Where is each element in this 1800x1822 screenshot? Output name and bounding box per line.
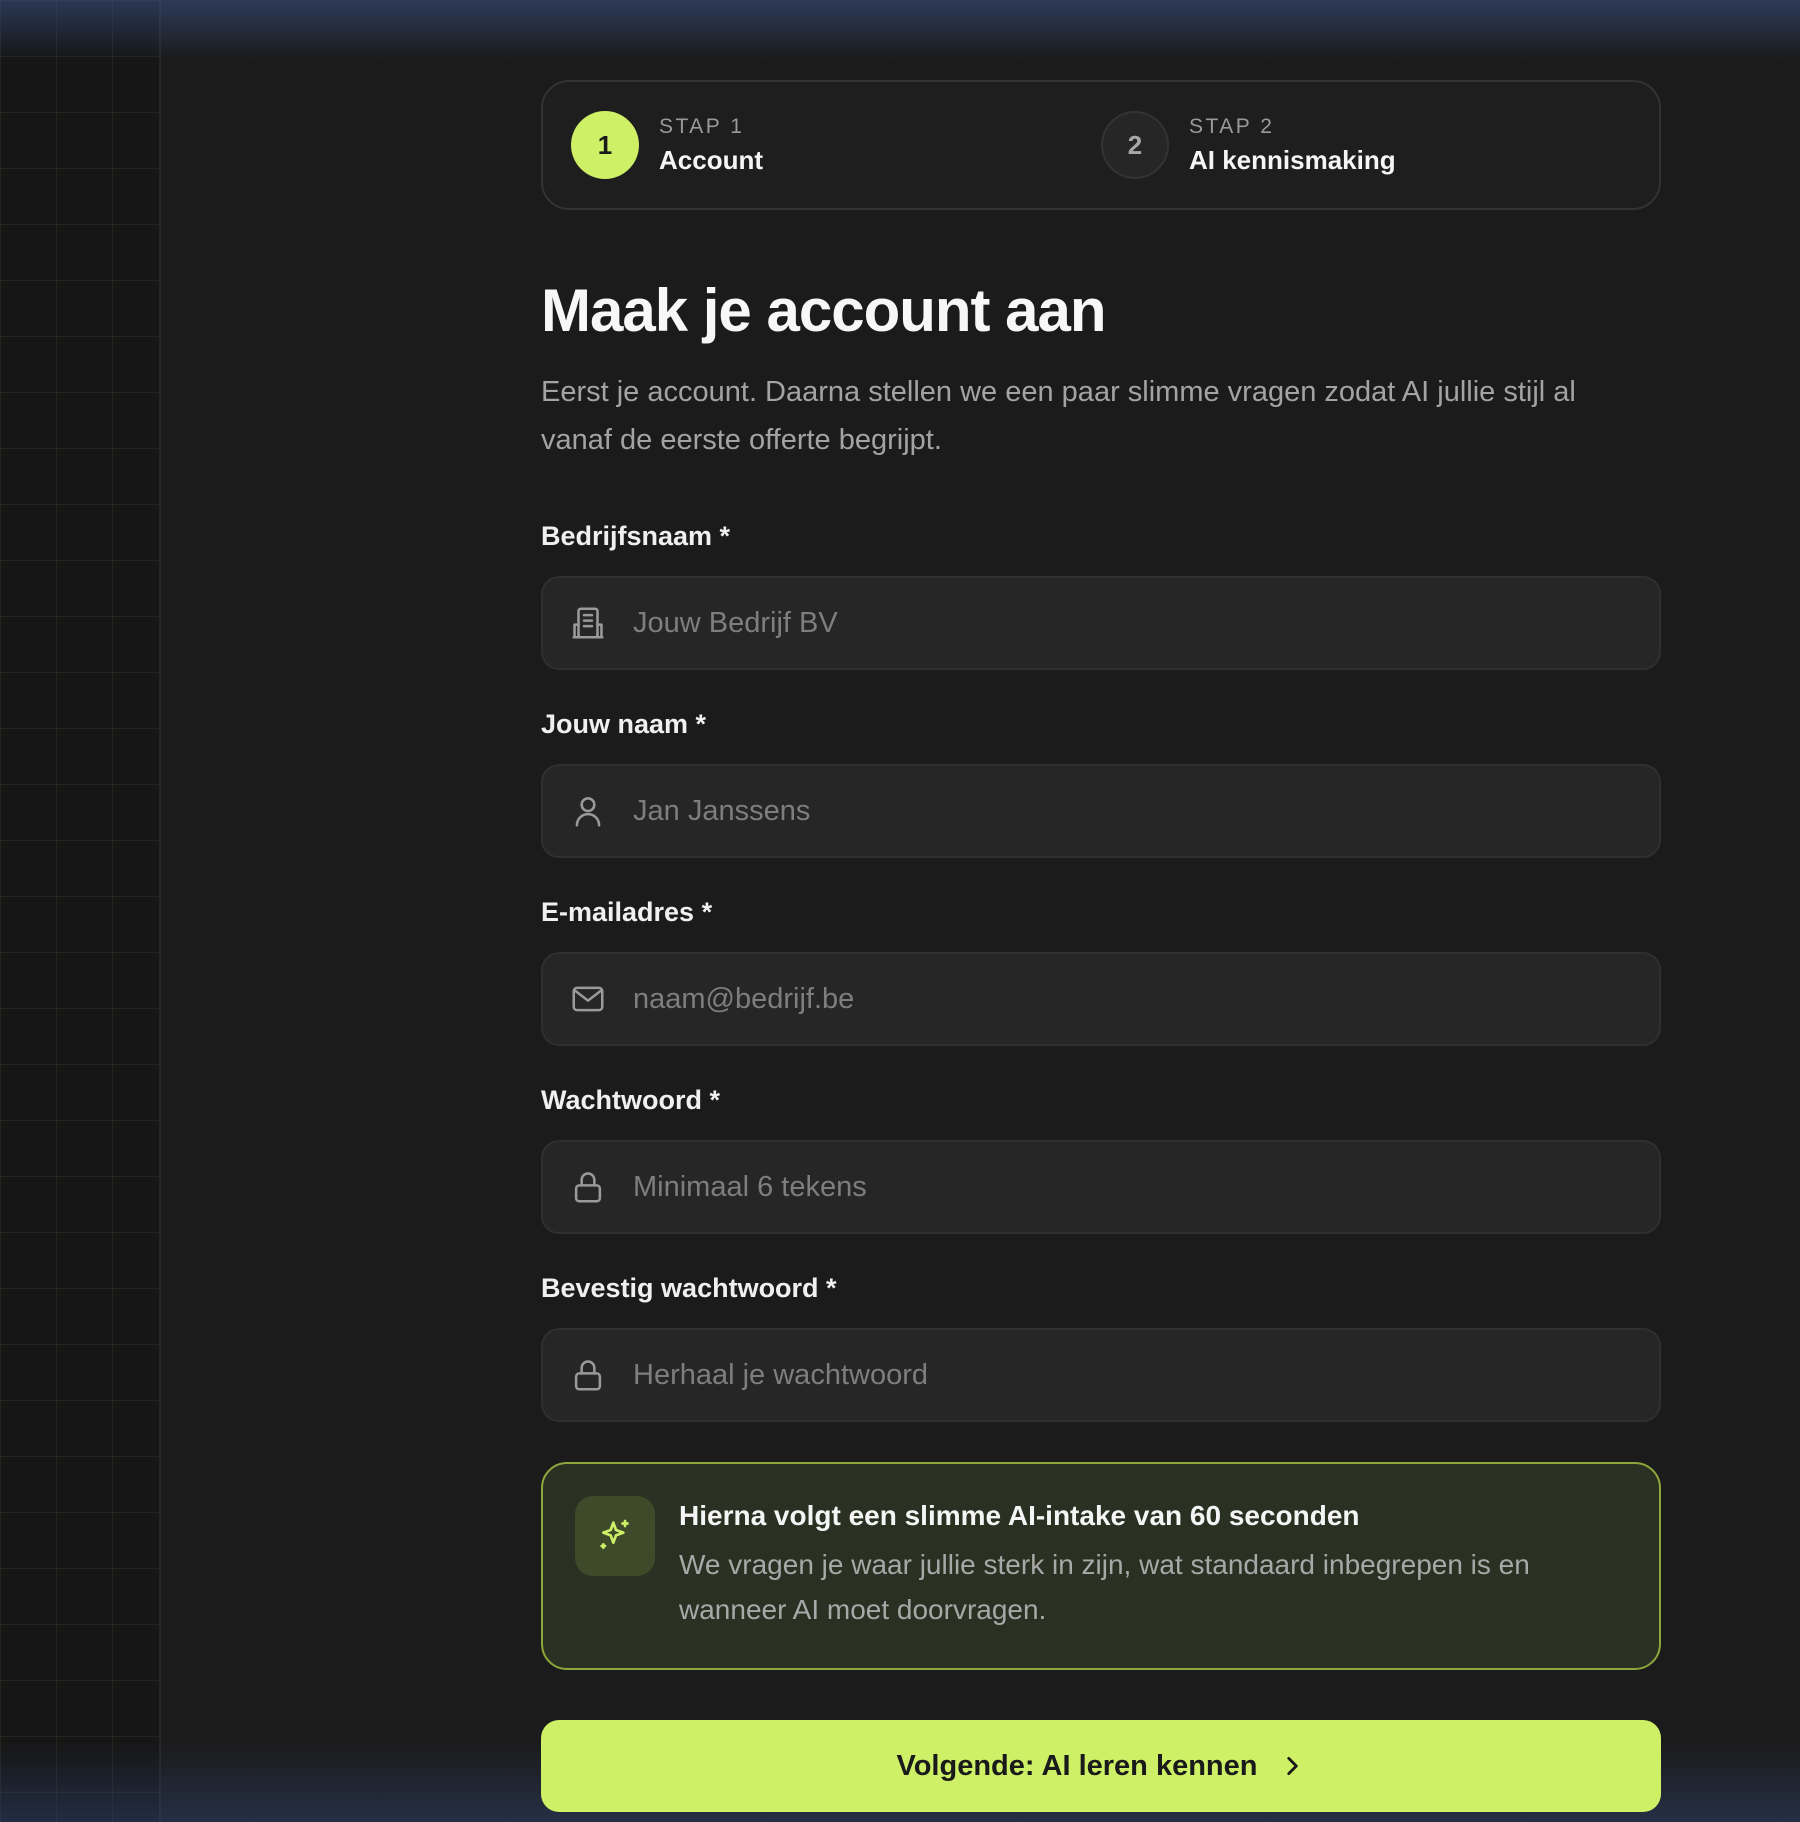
signup-form-container: 1 STAP 1 Account 2 STAP 2 AI kennismakin… [541,80,1661,1812]
ai-intake-info-box: Hierna volgt een slimme AI-intake van 60… [541,1462,1661,1670]
confirm-password-field: Bevestig wachtwoord * [541,1270,1661,1422]
next-button-label: Volgende: AI leren kennen [896,1749,1258,1782]
email-input-wrapper[interactable] [541,952,1661,1046]
full-name-field: Jouw naam * [541,706,1661,858]
step-1-title: Account [659,144,763,175]
password-label: Wachtwoord * [541,1085,720,1115]
company-name-input[interactable] [631,592,1659,654]
email-field: E-mailadres * [541,894,1661,1046]
building-icon [572,607,604,639]
info-body: We vragen je waar jullie sterk in zijn, … [679,1549,1530,1625]
sparkles-icon [600,1519,629,1549]
lock-icon [574,1360,602,1391]
page-subtitle: Eerst je account. Daarna stellen we een … [541,376,1576,456]
top-glow [0,0,1800,60]
company-name-label: Bedrijfsnaam * [541,521,731,551]
step-account: 1 STAP 1 Account [571,111,1101,179]
page-title: Maak je account aan [541,277,1107,344]
step-1-kicker: STAP 1 [659,114,745,138]
step-1-indicator: 1 [571,111,639,179]
mail-icon [572,986,604,1012]
lock-icon [574,1172,602,1203]
company-name-field: Bedrijfsnaam * [541,518,1661,670]
step-ai-intro: 2 STAP 2 AI kennismaking [1101,111,1631,179]
email-input[interactable] [631,968,1659,1030]
confirm-password-label: Bevestig wachtwoord * [541,1273,837,1303]
step-2-kicker: STAP 2 [1189,114,1275,138]
password-input-wrapper[interactable] [541,1140,1661,1234]
step-2-indicator: 2 [1101,111,1169,179]
full-name-label: Jouw naam * [541,709,707,739]
chevron-right-icon [1287,1757,1299,1775]
confirm-password-input-wrapper[interactable] [541,1328,1661,1422]
info-icon-container [575,1496,655,1576]
stepper: 1 STAP 1 Account 2 STAP 2 AI kennismakin… [541,80,1661,210]
full-name-input-wrapper[interactable] [541,764,1661,858]
company-name-input-wrapper[interactable] [541,576,1661,670]
password-field: Wachtwoord * [541,1082,1661,1234]
full-name-input[interactable] [631,780,1659,842]
email-label: E-mailadres * [541,897,713,927]
info-title: Hierna volgt een slimme AI-intake van 60… [679,1500,1360,1531]
user-icon [575,797,601,827]
step-2-title: AI kennismaking [1189,144,1396,175]
decorative-grid-panel [0,0,161,1822]
password-input[interactable] [631,1156,1659,1218]
next-button[interactable]: Volgende: AI leren kennen [541,1720,1661,1812]
confirm-password-input[interactable] [631,1344,1659,1406]
